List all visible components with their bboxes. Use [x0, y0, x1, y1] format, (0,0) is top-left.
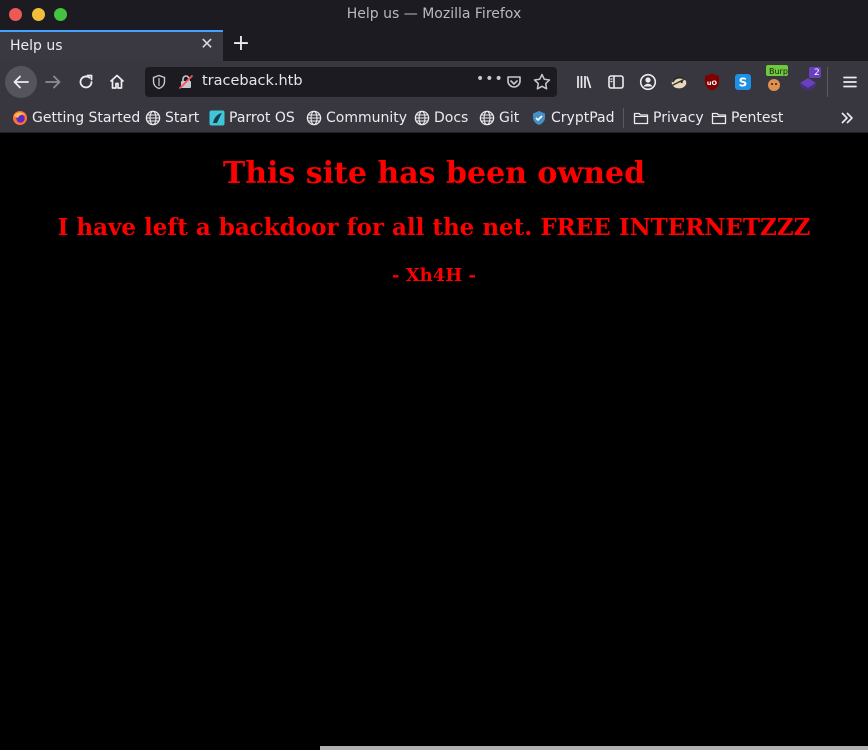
globe-icon [414, 110, 430, 126]
reload-icon [79, 74, 93, 89]
svg-text:uO: uO [707, 79, 718, 87]
page-subheading: I have left a backdoor for all the net. … [57, 214, 811, 241]
home-icon [109, 74, 125, 89]
horizontal-scrollbar[interactable] [320, 746, 868, 750]
tracking-protection-shield-icon[interactable] [151, 74, 167, 90]
bookmark-folder-pentest[interactable]: Pentest [711, 109, 783, 127]
firefox-icon [13, 111, 27, 125]
bookmark-start[interactable]: Start [145, 109, 199, 127]
firefox-account-icon[interactable] [638, 72, 658, 92]
back-button[interactable] [5, 66, 37, 98]
pocket-icon[interactable] [505, 73, 523, 91]
library-icon[interactable] [574, 72, 594, 92]
folder-icon [711, 112, 727, 125]
bookmark-community[interactable]: Community [306, 109, 407, 127]
sidebar-icon[interactable] [606, 72, 626, 92]
skype-icon[interactable]: S [733, 72, 753, 92]
bookmark-folder-privacy[interactable]: Privacy [633, 109, 704, 127]
home-button[interactable] [102, 67, 132, 97]
foxyproxy-icon[interactable]: 2 [798, 67, 821, 92]
cryptpad-icon [533, 111, 545, 125]
toolbar-separator [827, 67, 828, 97]
parrot-icon [209, 110, 225, 126]
globe-icon [479, 110, 495, 126]
window-titlebar: Help us — Mozilla Firefox [0, 0, 868, 30]
privacy-badger-icon[interactable] [669, 72, 689, 92]
globe-icon [306, 110, 322, 126]
new-tab-button[interactable]: + [230, 33, 252, 56]
ublock-origin-icon[interactable]: uO [702, 72, 722, 92]
foxyproxy-badge: 2 [814, 68, 820, 78]
tab-close-icon[interactable]: ✕ [199, 36, 215, 52]
bookmarks-toolbar: Getting Started Start Parrot OS Communit… [0, 102, 868, 133]
bookmark-star-icon[interactable] [532, 72, 552, 92]
tab-help-us[interactable]: Help us ✕ [0, 30, 223, 61]
tab-label: Help us [10, 38, 63, 54]
page-actions-icon[interactable]: ••• [476, 71, 504, 87]
folder-icon [633, 112, 649, 125]
globe-icon [145, 110, 161, 126]
forward-button[interactable] [38, 67, 68, 97]
burp-proxy-icon[interactable]: Burp [766, 65, 788, 92]
window-title: Help us — Mozilla Firefox [346, 6, 522, 22]
navigation-toolbar: traceback.htb ••• uO S Burp 2 [0, 61, 868, 102]
bookmarks-overflow-chevron-icon[interactable] [838, 109, 858, 127]
burp-badge: Burp [769, 67, 788, 76]
bookmark-docs[interactable]: Docs [414, 109, 468, 127]
bookmark-cryptpad[interactable]: CryptPad [531, 109, 614, 127]
url-text[interactable]: traceback.htb [202, 73, 303, 89]
reload-button[interactable] [71, 67, 101, 97]
bookmark-parrot-os[interactable]: Parrot OS [209, 109, 295, 127]
forward-arrow-icon [45, 75, 61, 89]
bookmark-git[interactable]: Git [479, 109, 519, 127]
insecure-connection-icon[interactable] [178, 74, 194, 90]
bookmark-getting-started[interactable]: Getting Started [12, 109, 140, 127]
hamburger-menu-icon[interactable] [840, 72, 860, 92]
bookmarks-separator [623, 108, 624, 128]
tab-strip: Help us ✕ + [0, 30, 868, 61]
url-bar[interactable]: traceback.htb ••• [145, 67, 557, 97]
back-arrow-icon [13, 75, 29, 89]
page-heading: This site has been owned [222, 156, 646, 191]
page-signature: - Xh4H - [391, 265, 477, 286]
page-content: This site has been owned I have left a b… [0, 134, 868, 750]
svg-text:S: S [739, 76, 748, 90]
